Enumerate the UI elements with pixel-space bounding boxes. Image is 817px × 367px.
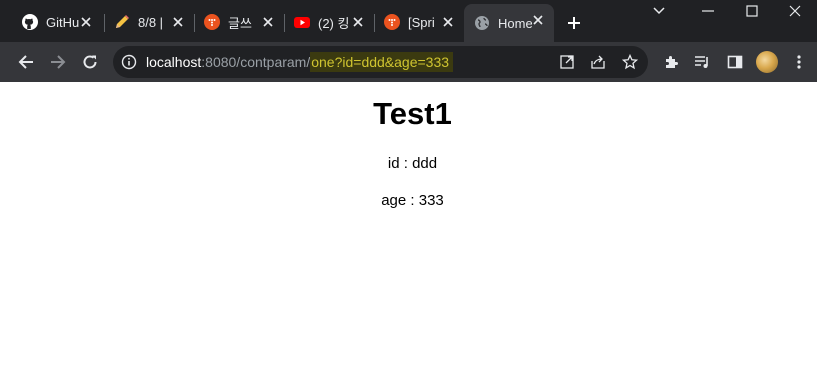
back-button[interactable] <box>12 48 40 76</box>
url-host: localhost <box>146 54 202 70</box>
tab-title: (2) 킹 <box>318 15 350 31</box>
close-icon[interactable] <box>78 14 94 30</box>
close-icon[interactable] <box>260 14 276 30</box>
minimize-icon <box>702 10 714 12</box>
close-icon[interactable] <box>170 14 186 30</box>
arrow-right-icon <box>51 55 66 69</box>
bookmark-star-icon[interactable] <box>620 52 640 72</box>
close-window-button[interactable] <box>772 0 817 22</box>
extensions-puzzle-icon[interactable] <box>661 52 681 72</box>
tab-tistory-write[interactable]: 글쓰 <box>194 6 284 38</box>
page-title: Test1 <box>373 96 452 131</box>
url-path: :8080/contparam/ <box>201 54 311 70</box>
tab-title: 8/8 | <box>138 14 164 30</box>
side-panel-icon[interactable] <box>725 52 745 72</box>
maximize-icon <box>746 5 758 17</box>
new-tab-button[interactable] <box>562 11 586 35</box>
tab-title: 글쓰 <box>228 15 252 31</box>
youtube-icon <box>294 14 310 30</box>
page-content: Test1 id : ddd age : 333 <box>0 82 817 367</box>
plus-icon <box>568 17 580 29</box>
open-in-app-icon[interactable] <box>557 52 577 72</box>
share-icon[interactable] <box>588 52 608 72</box>
url-query-highlight: one?id=ddd&age=333 <box>310 52 454 72</box>
tistory-icon <box>204 14 220 30</box>
id-text: id : ddd <box>387 155 438 172</box>
minimize-button[interactable] <box>685 0 731 22</box>
tab-home-active[interactable]: Home <box>464 4 554 42</box>
browser-chrome: GitHub 8/8 | 글쓰 (2) 킹 <box>0 0 817 82</box>
reload-icon <box>83 55 97 69</box>
close-icon[interactable] <box>350 14 366 30</box>
tab-title: Home <box>498 15 532 31</box>
tab-github[interactable]: GitHub <box>12 6 102 38</box>
close-icon[interactable] <box>530 12 546 28</box>
close-icon <box>789 5 801 17</box>
tab-title: [Spri <box>408 14 435 30</box>
tistory-icon <box>384 14 400 30</box>
media-playlist-icon[interactable] <box>693 52 713 72</box>
forward-button[interactable] <box>44 48 72 76</box>
github-icon <box>22 14 38 30</box>
info-icon[interactable] <box>121 54 137 70</box>
globe-icon <box>474 15 490 31</box>
tab-search-button[interactable] <box>636 0 682 22</box>
age-text: age : 333 <box>381 192 444 209</box>
tab-notes[interactable]: 8/8 | <box>104 6 194 38</box>
arrow-left-icon <box>18 55 33 69</box>
pencil-icon <box>114 14 130 30</box>
close-icon[interactable] <box>440 14 456 30</box>
toolbar: localhost:8080/contparam/one?id=ddd&age=… <box>0 42 817 82</box>
address-bar[interactable]: localhost:8080/contparam/one?id=ddd&age=… <box>113 46 648 78</box>
tab-strip: GitHub 8/8 | 글쓰 (2) 킹 <box>0 0 817 42</box>
chevron-down-icon <box>653 7 665 15</box>
reload-button[interactable] <box>76 48 104 76</box>
url-text[interactable]: localhost:8080/contparam/one?id=ddd&age=… <box>146 52 454 72</box>
profile-avatar[interactable] <box>756 51 778 73</box>
tab-youtube[interactable]: (2) 킹 <box>284 6 374 38</box>
tab-title: GitHub <box>46 14 80 30</box>
tab-spring-post[interactable]: [Spri <box>374 6 464 38</box>
more-menu-icon[interactable] <box>789 52 809 72</box>
maximize-button[interactable] <box>729 0 775 22</box>
